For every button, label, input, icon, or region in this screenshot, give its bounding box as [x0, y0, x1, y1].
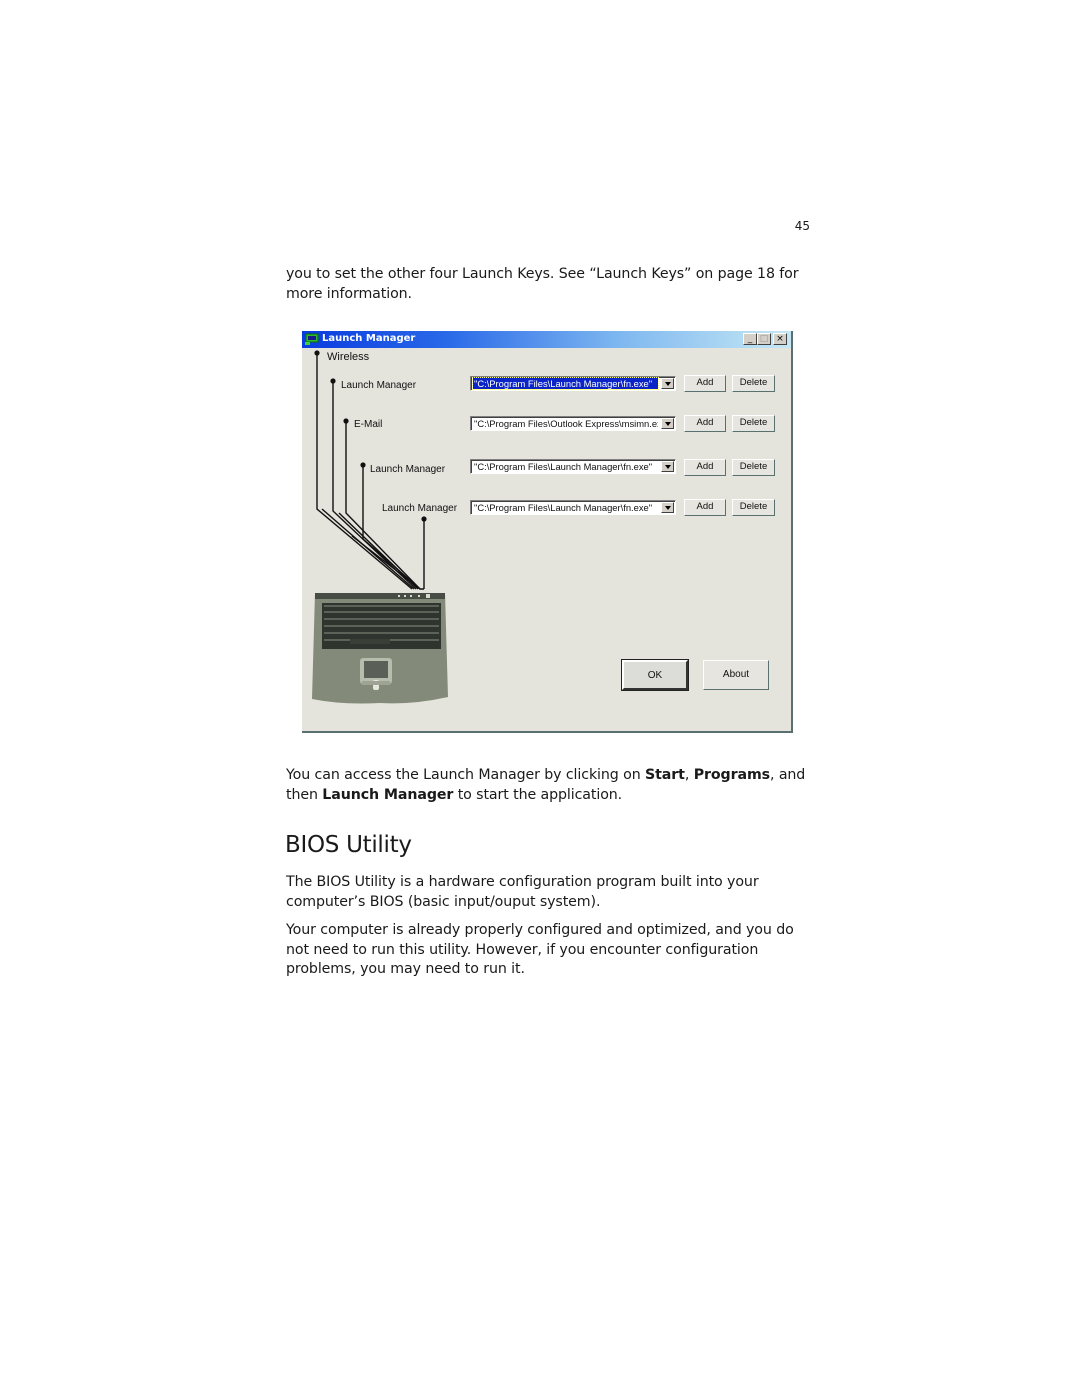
text: You can access the Launch Manager by cli… [286, 767, 645, 783]
add-button[interactable]: Add [684, 459, 726, 476]
access-paragraph: You can access the Launch Manager by cli… [286, 766, 816, 805]
delete-button[interactable]: Delete [732, 375, 775, 392]
combo-value: "C:\Program Files\Launch Manager\fn.exe" [474, 461, 653, 472]
delete-button[interactable]: Delete [732, 459, 775, 476]
delete-button[interactable]: Delete [732, 415, 775, 432]
text: to start the application. [453, 786, 623, 803]
program-path-combo[interactable]: "C:\Program Files\Launch Manager\fn.exe" [470, 376, 676, 391]
laptop-keyboard-image [312, 593, 448, 704]
row-label: Launch Manager [341, 380, 417, 391]
program-path-combo[interactable]: "C:\Program Files\Outlook Express\msimn.… [470, 416, 676, 431]
combo-value: "C:\Program Files\Outlook Express\msimn.… [474, 418, 658, 429]
row-label: E-Mail [354, 419, 383, 430]
add-button[interactable]: Add [684, 499, 726, 516]
dropdown-arrow-icon[interactable] [661, 418, 674, 429]
program-path-combo[interactable]: "C:\Program Files\Launch Manager\fn.exe" [470, 459, 676, 474]
add-button[interactable]: Add [684, 415, 726, 432]
text: , [684, 767, 694, 783]
dropdown-arrow-icon[interactable] [661, 461, 674, 472]
dropdown-arrow-icon[interactable] [661, 378, 674, 389]
program-path-combo[interactable]: "C:\Program Files\Launch Manager\fn.exe" [470, 500, 676, 515]
bold-launch-manager: Launch Manager [322, 786, 454, 803]
combo-value: "C:\Program Files\Launch Manager\fn.exe" [472, 377, 659, 390]
row-label: Launch Manager [382, 503, 458, 514]
ok-button[interactable]: OK [622, 660, 688, 690]
delete-button[interactable]: Delete [732, 499, 775, 516]
combo-value: "C:\Program Files\Launch Manager\fn.exe" [474, 502, 653, 513]
bios-paragraph-2: Your computer is already properly config… [286, 922, 794, 977]
intro-paragraph: you to set the other four Launch Keys. S… [286, 266, 799, 302]
bios-paragraph-1: The BIOS Utility is a hardware configura… [286, 874, 759, 910]
bold-programs: Programs [693, 767, 770, 783]
section-heading: BIOS Utility [285, 832, 412, 858]
launch-manager-window: Launch Manager _ □ × Wireless Launch Man… [302, 331, 793, 733]
about-button[interactable]: About [703, 660, 769, 690]
page-number: 45 [794, 219, 810, 233]
group-label-wireless: Wireless [327, 351, 370, 363]
add-button[interactable]: Add [684, 375, 726, 392]
bold-start: Start [645, 767, 685, 783]
row-label: Launch Manager [370, 464, 446, 475]
dropdown-arrow-icon[interactable] [661, 502, 674, 513]
